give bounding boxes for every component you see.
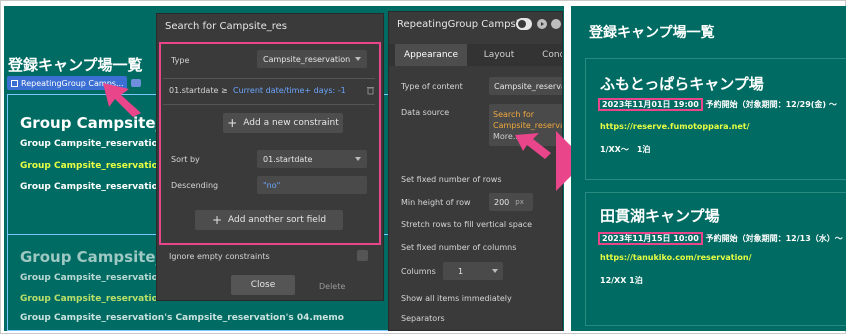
show-all-label: Show all items immediately [401, 294, 512, 303]
close-button[interactable]: Close [231, 275, 295, 295]
list-item: ふもとっぱらキャンプ場 2023年11月01日 19:00 予約開始（対象期間：… [585, 58, 846, 180]
group-title: Group Campsite_r [20, 248, 171, 266]
property-editor: RepeatingGroup Campsi Appearance Layout … [388, 11, 563, 331]
screenshot-frame: 登録キャンプ場一覧 RepeatingGroup Camps... Group … [0, 0, 846, 334]
reservation-date: 2023年11月15日 10:00 予約開始（対象期間：12/13（水）～ [598, 232, 843, 245]
delete-button[interactable]: Delete [319, 282, 345, 291]
data-source-label: Data source [401, 108, 450, 117]
divider [163, 78, 375, 79]
columns-label: Columns [401, 267, 436, 276]
preview-title: 登録キャンプ場一覧 [589, 25, 715, 41]
reservation-url[interactable]: https://tanukiko.com/reservation/ [600, 253, 751, 262]
add-sort-field-button[interactable]: + Add another sort field [195, 210, 343, 230]
group-text[interactable]: Group Campsite_reservation's [20, 182, 172, 192]
constraint-field[interactable]: 01.startdate ≥ [169, 86, 228, 95]
preview-pane: 登録キャンプ場一覧 ふもとっぱらキャンプ場 2023年11月01日 19:00 … [571, 6, 846, 331]
trash-icon[interactable] [366, 85, 375, 95]
sort-by-label: Sort by [171, 155, 200, 164]
descending-field[interactable]: "no" [257, 176, 367, 194]
reservation-memo: 12/XX 1泊 [600, 276, 643, 285]
repeating-group-icon [11, 79, 18, 87]
group-title[interactable]: Group Campsite_r [20, 114, 170, 132]
tab-conditional[interactable]: Condi [535, 44, 562, 66]
date-highlight: 2023年11月01日 19:00 [598, 98, 703, 111]
group-text[interactable]: Group Campsite_reservation's [20, 161, 172, 171]
add-constraint-button[interactable]: + Add a new constraint [223, 113, 343, 133]
reservation-memo: 1/XX〜 1泊 [600, 145, 651, 154]
tab-appearance[interactable]: Appearance [395, 44, 467, 66]
tab-bar: Appearance Layout Condi [389, 44, 562, 66]
more-icon[interactable] [551, 19, 561, 29]
date-highlight: 2023年11月15日 10:00 [598, 232, 703, 245]
fixed-rows-label: Set fixed number of rows [401, 175, 502, 184]
chevron-down-icon [492, 269, 498, 273]
tab-layout[interactable]: Layout [471, 44, 527, 66]
reservation-date: 2023年11月01日 19:00 予約開始（対象期間：12/29(金) ～ [598, 98, 837, 111]
ignore-empty-checkbox[interactable] [357, 250, 368, 261]
toggle-knob [518, 20, 526, 28]
ignore-empty-label: Ignore empty constraints [169, 252, 270, 261]
divider [163, 104, 375, 105]
campsite-name: ふもとっぱらキャンプ場 [600, 75, 764, 93]
separators-label: Separators [401, 314, 445, 323]
plus-icon: + [211, 213, 222, 227]
min-height-label: Min height of row [401, 198, 471, 207]
toggle-switch[interactable] [516, 18, 532, 30]
type-dropdown[interactable]: Campsite_reservation [257, 50, 367, 68]
search-popup-title: Search for Campsite_res [165, 20, 287, 32]
preview-icon[interactable] [537, 19, 547, 29]
group-text: Group Campsite_reservation's [20, 294, 173, 304]
group-text: Group Campsite_reservation's [20, 273, 173, 283]
columns-dropdown[interactable]: 1 [443, 262, 503, 280]
group-text[interactable]: Group Campsite_reservation's [20, 139, 172, 149]
fixed-columns-label: Set fixed number of columns [401, 243, 517, 252]
type-value: Campsite_reservation [263, 54, 351, 64]
pink-arrow-icon [515, 133, 551, 159]
descending-label: Descending [171, 181, 219, 190]
campsite-name: 田貫湖キャンプ場 [600, 207, 720, 225]
type-of-content-label: Type of content [401, 82, 463, 91]
chevron-down-icon [355, 157, 361, 161]
stretch-rows-label: Stretch rows to fill vertical space [401, 220, 533, 229]
type-label: Type [171, 56, 190, 65]
type-of-content-dropdown[interactable]: Campsite_reservatio [489, 77, 562, 95]
plus-icon: + [227, 116, 238, 130]
group-text: Group Campsite_reservation's Campsite_re… [20, 313, 344, 323]
list-item: 田貫湖キャンプ場 2023年11月15日 10:00 予約開始（対象期間：12/… [585, 192, 846, 326]
chevron-down-icon [355, 57, 361, 61]
search-popup: Search for Campsite_res Type Campsite_re… [156, 13, 384, 301]
pink-arrow-icon [103, 83, 141, 117]
constraint-value[interactable]: Current date/time+ days: -1 [233, 86, 346, 95]
sort-by-dropdown[interactable]: 01.startdate [257, 150, 367, 168]
reservation-url[interactable]: https://reserve.fumotoppara.net/ [600, 122, 750, 131]
min-height-input[interactable]: 200 px [489, 193, 533, 211]
page-title: 登録キャンプ場一覧 [8, 56, 143, 74]
